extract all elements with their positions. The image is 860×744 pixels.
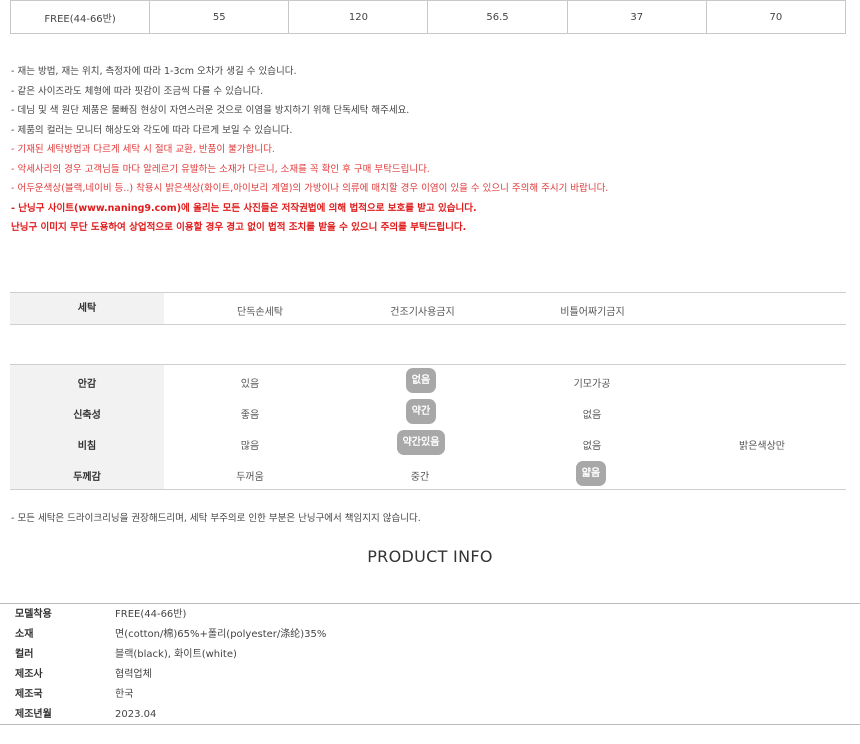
fabric-option: 밝은색상만	[739, 441, 785, 452]
info-label: 제조년월	[15, 709, 52, 720]
fabric-option: 좋음	[240, 410, 260, 421]
size-cell: 56.5	[427, 0, 568, 34]
fabric-option: 두꺼움	[236, 472, 264, 483]
info-value: 면(cotton/棉)65%+폴리(polyester/涤纶)35%	[115, 629, 327, 640]
size-table: FREE(44-66반) 55 120 56.5 37 70	[9, 0, 847, 34]
info-label: 모델착용	[15, 609, 52, 620]
fabric-table: 안감 있음 없음 기모가공 신축성 좋음 약간 없음 비침 많음 약간있음 없음…	[10, 364, 846, 490]
fabric-row-label: 두께감	[73, 472, 101, 483]
fabric-option-selected: 없음	[406, 368, 436, 393]
fabric-row-label: 비침	[77, 441, 97, 452]
washing-option: 건조기사용금지	[390, 307, 455, 318]
info-value: 협력업체	[115, 669, 152, 680]
washing-option: 비틀어짜기금지	[560, 307, 625, 318]
size-cell: 37	[566, 0, 707, 34]
fabric-option: 있음	[240, 379, 260, 390]
info-row: 소재 면(cotton/棉)65%+폴리(polyester/涤纶)35%	[0, 625, 860, 645]
info-row: 제조국 한국	[0, 685, 860, 705]
info-value: 2023.04	[115, 709, 157, 720]
product-info-table: 모델착용 FREE(44-66반) 소재 면(cotton/棉)65%+폴리(p…	[0, 603, 860, 725]
notice-item: - 같은 사이즈라도 체형에 따라 핏감이 조금씩 다를 수 있습니다.	[11, 85, 264, 97]
washing-option: 단독손세탁	[237, 307, 283, 318]
fabric-option-selected: 얇음	[576, 461, 606, 486]
size-cell: FREE(44-66반)	[9, 0, 151, 34]
fabric-option: 없음	[582, 441, 602, 452]
fabric-option-selected: 약간있음	[397, 430, 445, 455]
fabric-option: 중간	[410, 472, 430, 483]
washing-table: 세탁 단독손세탁 건조기사용금지 비틀어짜기금지	[10, 292, 846, 325]
info-label: 소재	[15, 629, 34, 640]
fabric-option: 기모가공	[573, 379, 611, 390]
washing-label: 세탁	[10, 293, 164, 324]
copyright-notice: 난닝구 이미지 무단 도용하여 상업적으로 이용할 경우 경고 없이 법적 조치…	[11, 222, 467, 233]
fabric-option-selected: 약간	[406, 399, 436, 424]
fabric-row-label: 신축성	[73, 410, 101, 421]
info-value: FREE(44-66반)	[115, 609, 187, 620]
info-label: 제조사	[15, 669, 43, 680]
table-row: FREE(44-66반) 55 120 56.5 37 70	[9, 0, 847, 34]
fabric-row-label: 안감	[77, 379, 97, 390]
washing-footnote: - 모든 세탁은 드라이크리닝을 권장해드리며, 세탁 부주의로 인한 부분은 …	[11, 513, 421, 524]
notice-list: - 재는 방법, 재는 위치, 측정자에 따라 1-3cm 오차가 생길 수 있…	[11, 62, 851, 238]
info-row: 제조년월 2023.04	[0, 705, 860, 725]
info-row: 모델착용 FREE(44-66반)	[0, 605, 860, 625]
fabric-option: 많음	[240, 441, 260, 452]
notice-item: - 제품의 컬러는 모니터 해상도와 각도에 따라 다르게 보일 수 있습니다.	[11, 124, 293, 136]
info-label: 제조국	[15, 689, 43, 700]
info-label: 컬러	[15, 649, 34, 660]
fabric-option: 없음	[582, 410, 602, 421]
product-info-title: PRODUCT INFO	[367, 547, 493, 566]
notice-item-warning: - 기재된 세탁방법과 다르게 세탁 시 절대 교환, 반품이 불가합니다.	[11, 144, 275, 155]
info-value: 한국	[115, 689, 134, 700]
size-cell: 70	[705, 0, 847, 34]
notice-item: - 재는 방법, 재는 위치, 측정자에 따라 1-3cm 오차가 생길 수 있…	[11, 66, 297, 77]
info-row: 컬러 블랙(black), 화이트(white)	[0, 645, 860, 665]
copyright-notice: - 난닝구 사이트(www.naning9.com)에 올리는 모든 사진들은 …	[11, 202, 477, 214]
notice-item: - 데님 및 색 원단 제품은 물빠짐 현상이 자연스러운 것으로 이염을 방지…	[11, 105, 410, 116]
info-value: 블랙(black), 화이트(white)	[115, 649, 237, 660]
notice-item-warning: - 어두운색상(블랙,네이비 등..) 착용시 밝은색상(화이트,아이보리 계열…	[11, 183, 609, 194]
size-cell: 120	[288, 0, 429, 34]
size-cell: 55	[149, 0, 290, 34]
notice-item-warning: - 악세사리의 경우 고객님들 마다 알레르기 유발하는 소재가 다르니, 소재…	[11, 163, 430, 175]
info-row: 제조사 협력업체	[0, 665, 860, 685]
